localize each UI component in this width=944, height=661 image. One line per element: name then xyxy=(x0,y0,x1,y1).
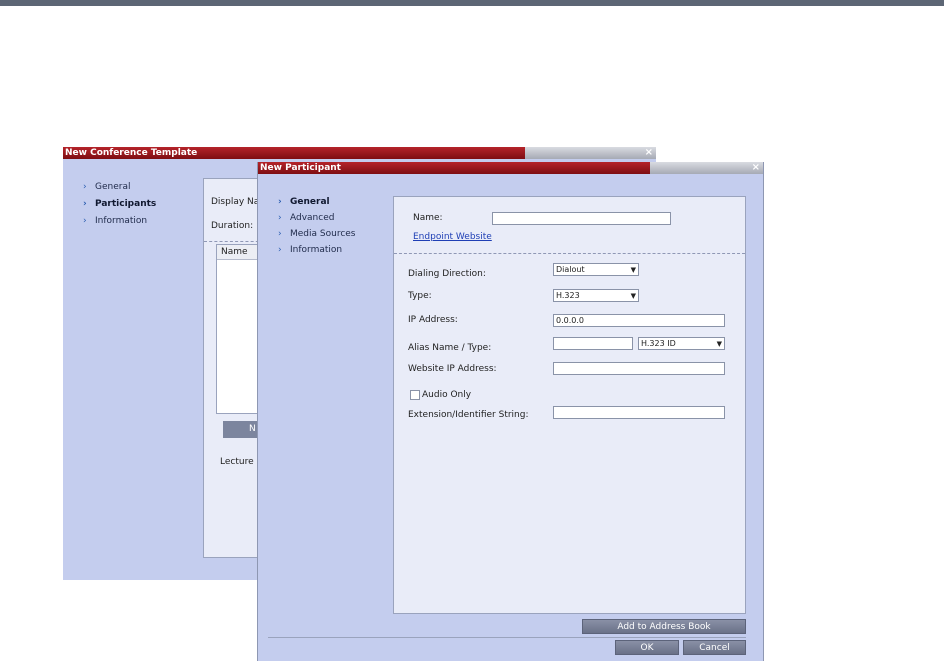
dropdown-arrow-icon: ▼ xyxy=(630,266,636,274)
add-to-address-book-button[interactable]: Add to Address Book xyxy=(582,619,746,634)
dialing-direction-label: Dialing Direction: xyxy=(408,269,486,279)
extension-input[interactable] xyxy=(553,406,725,419)
chevron-right-icon: › xyxy=(83,182,87,192)
nav-item-participants[interactable]: › Participants xyxy=(83,199,156,209)
duration-label: Duration: xyxy=(211,221,254,231)
name-input[interactable] xyxy=(492,212,671,225)
chevron-right-icon: › xyxy=(278,213,282,223)
list-header-name[interactable]: Name xyxy=(217,245,261,260)
type-label: Type: xyxy=(408,291,432,301)
nav-item-advanced[interactable]: › Advanced xyxy=(278,213,334,223)
chevron-right-icon: › xyxy=(278,197,282,207)
nav-item-general[interactable]: › General xyxy=(278,197,330,207)
website-ip-input[interactable] xyxy=(553,362,725,375)
new-participant-window: New Participant × › General › Advanced › Me… xyxy=(257,162,764,661)
nav-item-general[interactable]: › General xyxy=(83,182,130,192)
cancel-button[interactable]: Cancel xyxy=(683,640,746,655)
type-select[interactable]: H.323 ▼ xyxy=(553,289,639,302)
nav-item-information[interactable]: › Information xyxy=(83,216,147,226)
nav-item-information[interactable]: › Information xyxy=(278,245,342,255)
front-window-titlebar[interactable]: New Participant × xyxy=(258,162,763,174)
dialing-direction-select[interactable]: Dialout ▼ xyxy=(553,263,639,276)
back-window-titlebar[interactable]: New Conference Template × xyxy=(63,147,656,159)
chevron-right-icon: › xyxy=(83,199,87,209)
alias-name-label: Alias Name / Type: xyxy=(408,343,492,353)
close-icon[interactable]: × xyxy=(645,147,653,158)
audio-only-label: Audio Only xyxy=(422,390,472,400)
chevron-right-icon: › xyxy=(278,245,282,255)
chevron-right-icon: › xyxy=(83,216,87,226)
audio-only-checkbox[interactable] xyxy=(410,390,420,400)
nav-item-media-sources[interactable]: › Media Sources xyxy=(278,229,356,239)
display-name-label: Display Na xyxy=(211,197,260,207)
alias-type-select[interactable]: H.323 ID ▼ xyxy=(638,337,725,350)
alias-name-input[interactable] xyxy=(553,337,633,350)
extension-label: Extension/Identifier String: xyxy=(408,410,529,420)
back-window-title: New Conference Template xyxy=(65,148,198,158)
close-icon[interactable]: × xyxy=(752,162,760,173)
endpoint-website-link[interactable]: Endpoint Website xyxy=(413,232,492,242)
name-label: Name: xyxy=(413,213,443,223)
ip-address-label: IP Address: xyxy=(408,315,458,325)
lecture-label: Lecture xyxy=(220,457,254,467)
participant-form-panel: Name: Endpoint Website Dialing Direction… xyxy=(393,196,746,614)
participants-list[interactable]: Name xyxy=(216,244,262,414)
chevron-right-icon: › xyxy=(278,229,282,239)
ip-address-input[interactable]: 0.0.0.0 xyxy=(553,314,725,327)
ok-button[interactable]: OK xyxy=(615,640,679,655)
dropdown-arrow-icon: ▼ xyxy=(630,292,636,300)
front-window-title: New Participant xyxy=(260,163,341,173)
footer-divider xyxy=(268,637,746,638)
website-ip-label: Website IP Address: xyxy=(408,364,497,374)
top-bar xyxy=(0,0,944,6)
dropdown-arrow-icon: ▼ xyxy=(716,340,722,348)
